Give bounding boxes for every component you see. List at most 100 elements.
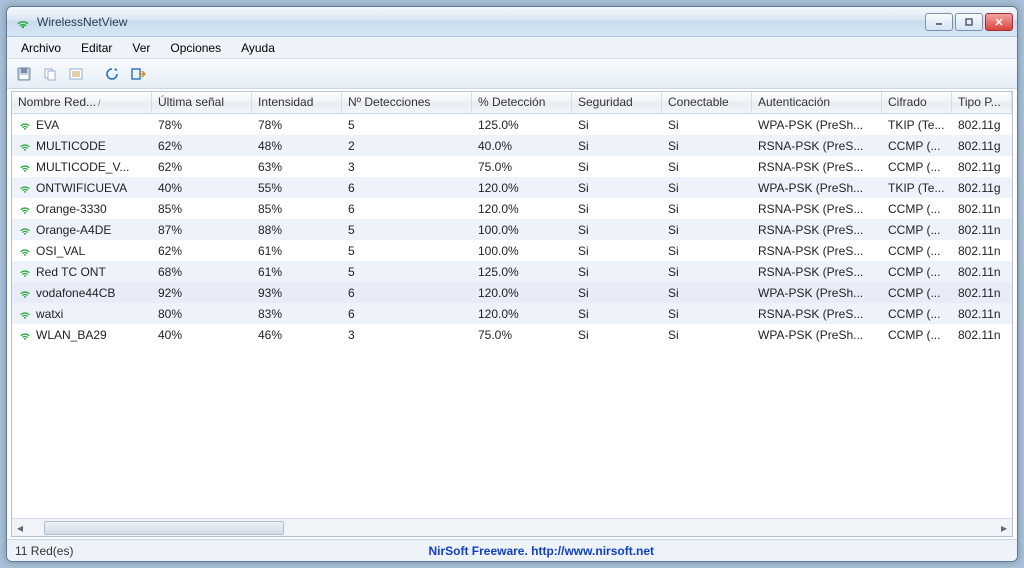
cell: 40%	[152, 181, 252, 195]
cell: 802.11n	[952, 307, 1012, 321]
col-nombre[interactable]: Nombre Red.../	[12, 92, 152, 113]
col-intensidad[interactable]: Intensidad	[252, 92, 342, 113]
cell: WPA-PSK (PreSh...	[752, 181, 882, 195]
cell: CCMP (...	[882, 139, 952, 153]
col-conectable[interactable]: Conectable	[662, 92, 752, 113]
menu-archivo[interactable]: Archivo	[11, 39, 71, 57]
cell: Si	[572, 160, 662, 174]
minimize-button[interactable]	[925, 13, 953, 31]
menu-opciones[interactable]: Opciones	[160, 39, 231, 57]
cell: WPA-PSK (PreSh...	[752, 286, 882, 300]
status-credit: NirSoft Freeware. http://www.nirsoft.net	[73, 544, 1009, 558]
cell: 46%	[252, 328, 342, 342]
table-row[interactable]: Orange-A4DE87%88%5100.0%SiSiRSNA-PSK (Pr…	[12, 219, 1012, 240]
col-pct-deteccion[interactable]: % Detección	[472, 92, 572, 113]
nirsoft-link[interactable]: NirSoft Freeware. http://www.nirsoft.net	[428, 544, 654, 558]
cell: CCMP (...	[882, 223, 952, 237]
cell: 2	[342, 139, 472, 153]
col-detecciones[interactable]: Nº Detecciones	[342, 92, 472, 113]
cell: 93%	[252, 286, 342, 300]
cell: Si	[572, 265, 662, 279]
col-seguridad[interactable]: Seguridad	[572, 92, 662, 113]
cell: 78%	[252, 118, 342, 132]
menu-ayuda[interactable]: Ayuda	[231, 39, 285, 57]
save-icon[interactable]	[13, 63, 35, 85]
cell: WPA-PSK (PreSh...	[752, 328, 882, 342]
wifi-icon	[18, 307, 32, 321]
cell: RSNA-PSK (PreS...	[752, 265, 882, 279]
table-row[interactable]: MULTICODE62%48%240.0%SiSiRSNA-PSK (PreS.…	[12, 135, 1012, 156]
cell: RSNA-PSK (PreS...	[752, 202, 882, 216]
cell: Si	[662, 265, 752, 279]
cell: 802.11n	[952, 244, 1012, 258]
app-icon	[15, 14, 31, 30]
cell: Si	[572, 328, 662, 342]
cell: 40.0%	[472, 139, 572, 153]
cell: 62%	[152, 160, 252, 174]
titlebar: WirelessNetView	[7, 7, 1017, 37]
window-controls	[925, 13, 1013, 31]
cell: 85%	[152, 202, 252, 216]
table-row[interactable]: ONTWIFICUEVA40%55%6120.0%SiSiWPA-PSK (Pr…	[12, 177, 1012, 198]
cell: 75.0%	[472, 328, 572, 342]
refresh-icon[interactable]	[101, 63, 123, 85]
cell: Si	[572, 244, 662, 258]
scroll-thumb[interactable]	[44, 521, 284, 535]
cell: watxi	[12, 307, 152, 321]
exit-icon[interactable]	[127, 63, 149, 85]
cell: Red TC ONT	[12, 265, 152, 279]
cell: Si	[662, 244, 752, 258]
cell: ONTWIFICUEVA	[12, 181, 152, 195]
wifi-icon	[18, 328, 32, 342]
cell: Si	[572, 118, 662, 132]
copy-icon[interactable]	[39, 63, 61, 85]
scroll-left-icon[interactable]: ◂	[12, 520, 28, 536]
cell: Si	[662, 118, 752, 132]
wifi-icon	[18, 244, 32, 258]
table-row[interactable]: Orange-333085%85%6120.0%SiSiRSNA-PSK (Pr…	[12, 198, 1012, 219]
cell: Si	[662, 307, 752, 321]
col-cifrado[interactable]: Cifrado	[882, 92, 952, 113]
cell: 120.0%	[472, 181, 572, 195]
table-body[interactable]: EVA78%78%5125.0%SiSiWPA-PSK (PreSh...TKI…	[12, 114, 1012, 518]
cell: TKIP (Te...	[882, 118, 952, 132]
table-row[interactable]: vodafone44CB92%93%6120.0%SiSiWPA-PSK (Pr…	[12, 282, 1012, 303]
cell: Si	[572, 223, 662, 237]
table-row[interactable]: WLAN_BA2940%46%375.0%SiSiWPA-PSK (PreSh.…	[12, 324, 1012, 345]
cell: TKIP (Te...	[882, 181, 952, 195]
cell: 5	[342, 265, 472, 279]
cell: RSNA-PSK (PreS...	[752, 160, 882, 174]
wifi-icon	[18, 118, 32, 132]
scroll-right-icon[interactable]: ▸	[996, 520, 1012, 536]
cell: 62%	[152, 139, 252, 153]
col-autenticacion[interactable]: Autenticación	[752, 92, 882, 113]
properties-icon[interactable]	[65, 63, 87, 85]
horizontal-scrollbar[interactable]: ◂ ▸	[12, 518, 1012, 536]
menu-ver[interactable]: Ver	[122, 39, 160, 57]
cell: 68%	[152, 265, 252, 279]
table-row[interactable]: OSI_VAL62%61%5100.0%SiSiRSNA-PSK (PreS..…	[12, 240, 1012, 261]
cell: CCMP (...	[882, 286, 952, 300]
cell: 61%	[252, 265, 342, 279]
col-tipo[interactable]: Tipo P...	[952, 92, 1012, 113]
wifi-icon	[18, 160, 32, 174]
table-row[interactable]: Red TC ONT68%61%5125.0%SiSiRSNA-PSK (Pre…	[12, 261, 1012, 282]
wifi-icon	[18, 181, 32, 195]
cell: 85%	[252, 202, 342, 216]
maximize-button[interactable]	[955, 13, 983, 31]
cell: 802.11g	[952, 181, 1012, 195]
table-row[interactable]: MULTICODE_V...62%63%375.0%SiSiRSNA-PSK (…	[12, 156, 1012, 177]
cell: 80%	[152, 307, 252, 321]
cell: Si	[662, 202, 752, 216]
table-row[interactable]: EVA78%78%5125.0%SiSiWPA-PSK (PreSh...TKI…	[12, 114, 1012, 135]
menu-editar[interactable]: Editar	[71, 39, 122, 57]
close-button[interactable]	[985, 13, 1013, 31]
cell: 83%	[252, 307, 342, 321]
cell: 120.0%	[472, 202, 572, 216]
cell: Si	[662, 160, 752, 174]
col-ultima-senal[interactable]: Última señal	[152, 92, 252, 113]
cell: 100.0%	[472, 223, 572, 237]
wifi-icon	[18, 139, 32, 153]
table-row[interactable]: watxi80%83%6120.0%SiSiRSNA-PSK (PreS...C…	[12, 303, 1012, 324]
statusbar: 11 Red(es) NirSoft Freeware. http://www.…	[7, 539, 1017, 561]
